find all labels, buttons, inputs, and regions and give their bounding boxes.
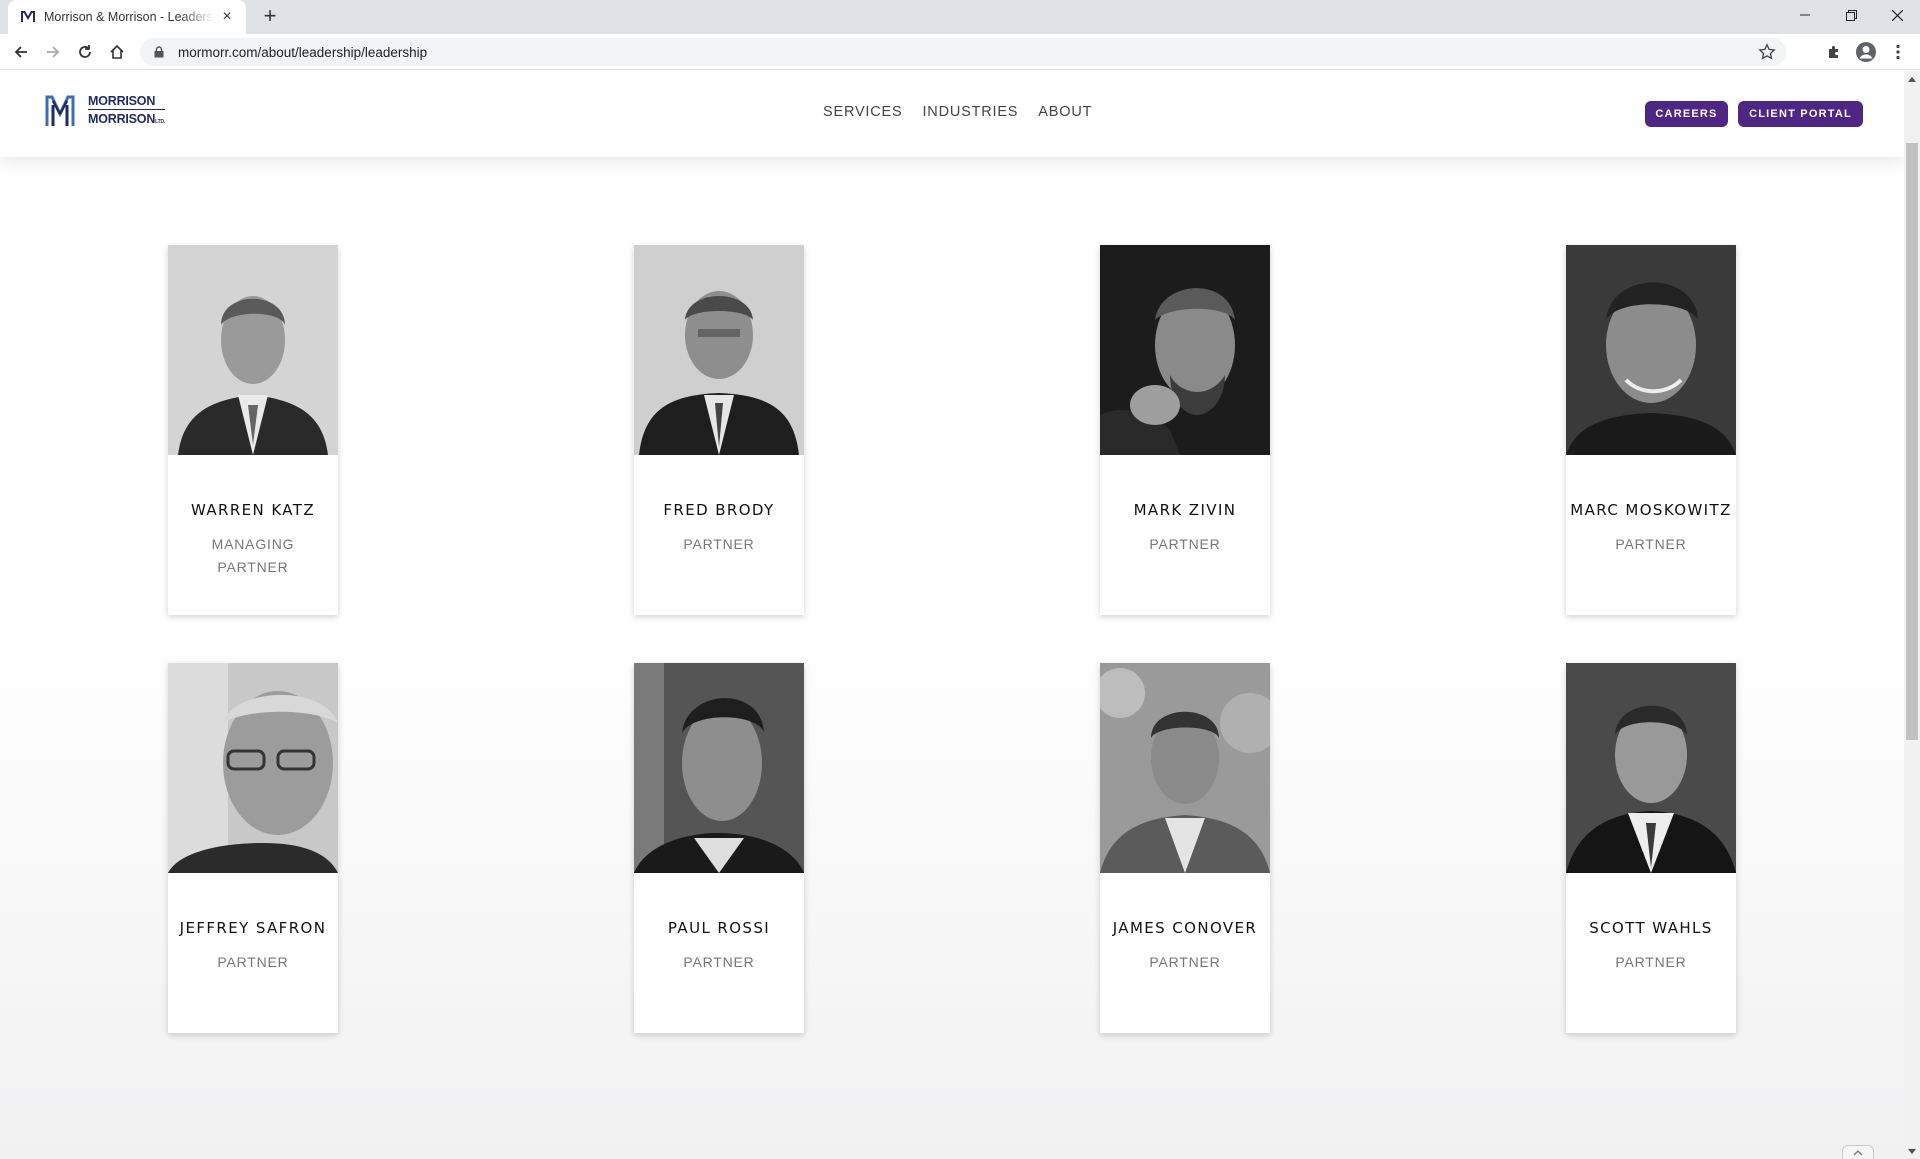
leader-card[interactable]: JAMES CONOVER PARTNER [1100, 663, 1270, 1033]
page-scrollbar[interactable] [1904, 71, 1920, 1159]
careers-button[interactable]: CAREERS [1645, 101, 1728, 127]
leader-card[interactable]: SCOTT WAHLS PARTNER [1566, 663, 1736, 1033]
nav-industries[interactable]: INDUSTRIES [922, 104, 1018, 120]
logo-wordmark: MORRISON MORRISONLTD. [88, 94, 165, 129]
browser-tab-strip: Morrison & Morrison - Leadership × + [0, 0, 1920, 34]
back-icon[interactable] [7, 38, 35, 66]
morrison-favicon-icon [20, 9, 36, 25]
leader-card[interactable]: PAUL ROSSI PARTNER [634, 663, 804, 1033]
client-portal-button[interactable]: CLIENT PORTAL [1738, 101, 1863, 127]
leader-card[interactable]: FRED BRODY PARTNER [634, 245, 804, 615]
leader-photo [634, 245, 804, 455]
leader-title: PARTNER [217, 954, 289, 970]
leader-name: PAUL ROSSI [667, 919, 771, 937]
leader-title: PARTNER [1615, 536, 1687, 552]
restore-icon[interactable] [1828, 0, 1874, 30]
logo-line-2: MORRISON [88, 111, 156, 126]
chevron-up-icon [1853, 1149, 1863, 1155]
scrollbar-thumb[interactable] [1906, 143, 1918, 740]
leader-name: MARC MOSKOWITZ [1570, 501, 1732, 519]
leader-title: PARTNER [683, 536, 755, 552]
main-nav: SERVICES INDUSTRIES ABOUT [823, 104, 1092, 120]
leader-title: PARTNER [1615, 954, 1687, 970]
leader-name: SCOTT WAHLS [1589, 919, 1713, 937]
logo-line-1: MORRISON [88, 94, 166, 110]
leader-name: FRED BRODY [663, 501, 775, 519]
nav-services[interactable]: SERVICES [823, 104, 902, 120]
leader-name: WARREN KATZ [190, 501, 316, 519]
leader-photo [168, 663, 338, 873]
leader-photo [634, 663, 804, 873]
logo-m-icon [45, 95, 75, 126]
leader-name: MARK ZIVIN [1133, 501, 1237, 519]
leader-title: PARTNER [683, 954, 755, 970]
site-header: MORRISON MORRISONLTD. SERVICES INDUSTRIE… [0, 71, 1904, 157]
leader-title: PARTNER [1149, 954, 1221, 970]
leader-title: PARTNER [1149, 536, 1221, 552]
leader-card[interactable]: MARC MOSKOWITZ PARTNER [1566, 245, 1736, 615]
home-icon[interactable] [103, 38, 131, 66]
reload-icon[interactable] [71, 38, 99, 66]
scroll-down-arrow-icon[interactable] [1904, 1143, 1920, 1159]
leader-photo [168, 245, 338, 455]
profile-avatar-icon[interactable] [1852, 38, 1880, 66]
forward-icon[interactable] [39, 38, 67, 66]
tab-title: Morrison & Morrison - Leadership [44, 10, 214, 24]
url-text: mormorr.com/about/leadership/leadership [178, 44, 428, 60]
leader-title: MANAGING PARTNER [211, 536, 295, 575]
minimize-icon[interactable] [1782, 0, 1828, 30]
leader-photo [1566, 663, 1736, 873]
page-viewport: MORRISON MORRISONLTD. SERVICES INDUSTRIE… [0, 71, 1904, 1159]
site-logo[interactable]: MORRISON MORRISONLTD. [44, 93, 165, 129]
leader-photo [1100, 245, 1270, 455]
close-tab-icon[interactable]: × [218, 8, 236, 26]
browser-toolbar: mormorr.com/about/leadership/leadership [0, 34, 1920, 70]
logo-suffix: LTD. [155, 118, 166, 125]
close-window-icon[interactable] [1874, 0, 1920, 30]
leader-name: JAMES CONOVER [1112, 919, 1258, 937]
leader-name: JEFFREY SAFRON [179, 919, 327, 937]
back-to-top-button[interactable] [1842, 1145, 1874, 1159]
extensions-puzzle-icon[interactable] [1820, 38, 1848, 66]
address-bar[interactable]: mormorr.com/about/leadership/leadership [140, 38, 1786, 66]
lock-icon [154, 45, 168, 59]
leader-photo [1100, 663, 1270, 873]
leader-card[interactable]: JEFFREY SAFRON PARTNER [168, 663, 338, 1033]
leader-photo [1566, 245, 1736, 455]
browser-menu-icon[interactable] [1884, 38, 1912, 66]
leader-card[interactable]: MARK ZIVIN PARTNER [1100, 245, 1270, 615]
scroll-up-arrow-icon[interactable] [1904, 71, 1920, 87]
nav-about[interactable]: ABOUT [1038, 104, 1092, 120]
leader-card[interactable]: WARREN KATZ MANAGING PARTNER [168, 245, 338, 615]
browser-tab[interactable]: Morrison & Morrison - Leadership × [8, 0, 246, 34]
new-tab-button[interactable]: + [258, 5, 282, 29]
bookmark-star-icon[interactable] [1758, 43, 1776, 61]
